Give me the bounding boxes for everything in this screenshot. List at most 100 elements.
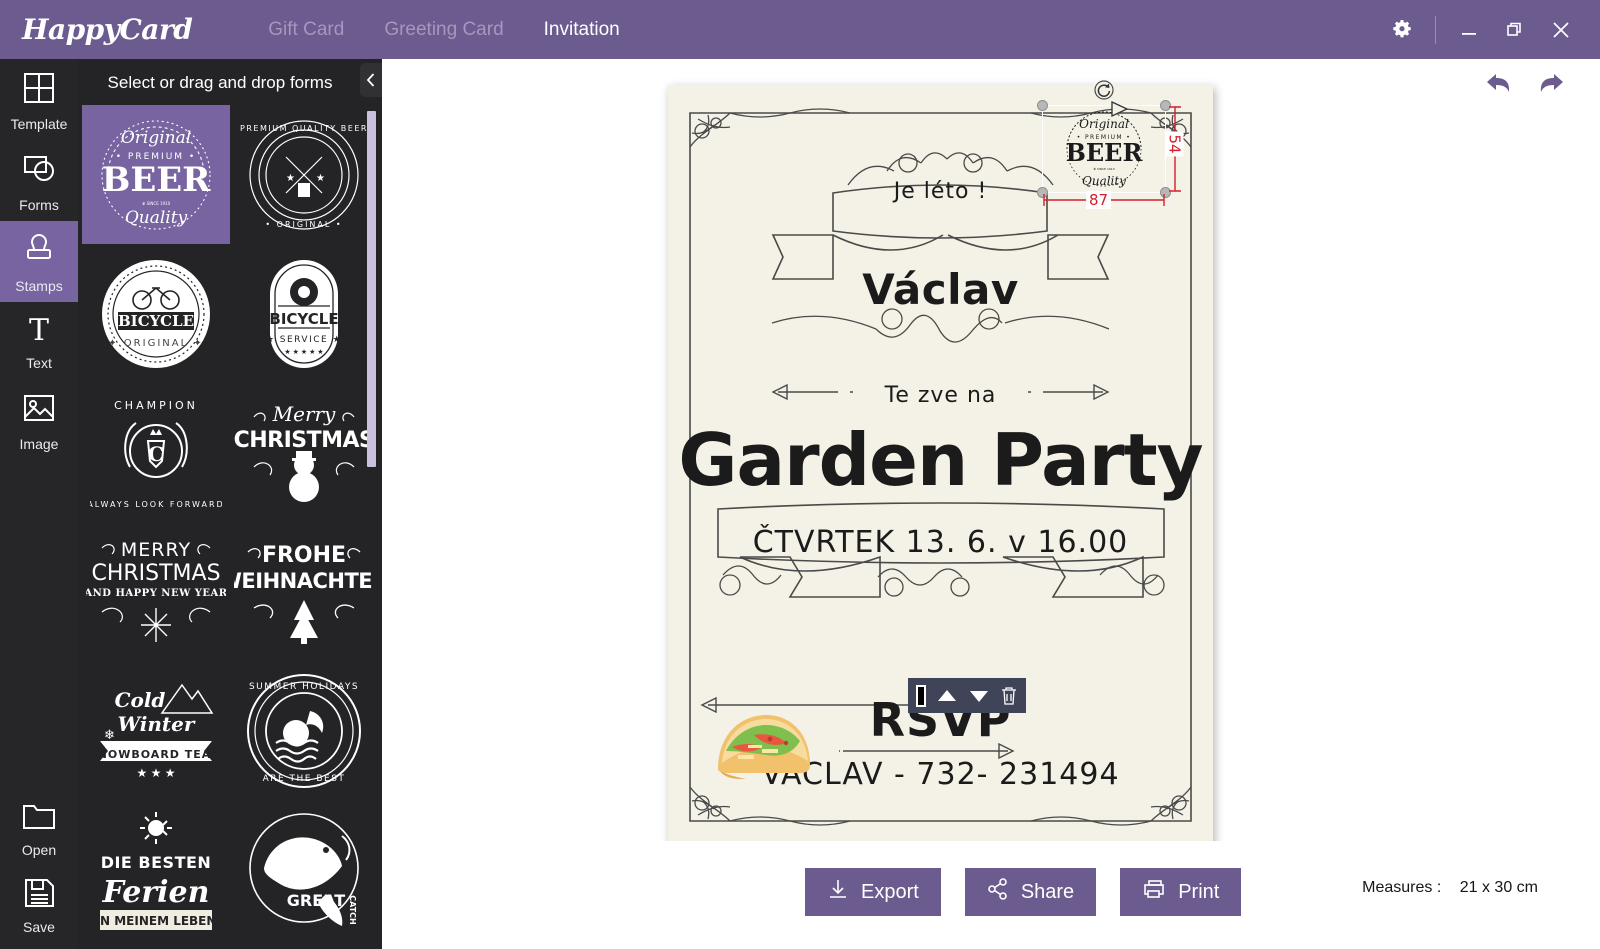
canvas-workspace: Je léto ! Václav Te zve na Garden Party …: [382, 59, 1600, 949]
redo-arrow-icon[interactable]: [1536, 71, 1566, 102]
stamp-thumb-champion-always-look-forward[interactable]: CHAMPION C ALWAYS LOOK FORWARD: [82, 383, 230, 522]
stamp-thumb-beer-original-premium-quality[interactable]: Original • PREMIUM • BEER ♛ SINCE 1910 Q…: [82, 105, 230, 244]
stamp-icon: [20, 231, 58, 274]
taco-emoji-image[interactable]: [708, 697, 818, 787]
svg-text:✦ ORIGINAL ✦: ✦ ORIGINAL ✦: [108, 338, 203, 349]
svg-text:ALWAYS LOOK FORWARD: ALWAYS LOOK FORWARD: [90, 500, 222, 509]
svg-text:C: C: [148, 442, 164, 466]
svg-text:IN MEINEM LEBEN: IN MEINEM LEBEN: [96, 914, 217, 928]
text-t-icon: T: [20, 312, 58, 351]
stamp-grid: Original • PREMIUM • BEER ♛ SINCE 1910 Q…: [78, 105, 382, 939]
minimize-icon[interactable]: [1446, 0, 1492, 59]
stamp-thumb-merry-christmas-snowman[interactable]: Merry CHRISTMAS: [230, 383, 378, 522]
share-nodes-icon: [987, 878, 1009, 906]
floppy-disk-icon: [21, 876, 57, 915]
gear-icon[interactable]: [1379, 0, 1425, 59]
placed-stamp-selection[interactable]: Original • PREMIUM • BEER ♛ SINCE 1910 Q…: [1037, 80, 1171, 198]
stamp-thumb-cold-winter-snowboard-team[interactable]: Cold Winter SNOWBOARD TEAM ★ ★ ★ ❄: [82, 661, 230, 800]
svg-text:• ORIGINAL •: • ORIGINAL •: [265, 220, 342, 229]
svg-text:PREMIUM QUALITY BEER: PREMIUM QUALITY BEER: [240, 124, 368, 133]
left-tool-rail: Template Forms Stamps T Text Image Open …: [0, 59, 78, 949]
main-tabs: Gift Card Greeting Card Invitation: [248, 0, 640, 59]
card-event-title[interactable]: Garden Party: [668, 418, 1213, 502]
svg-text:BEER: BEER: [102, 160, 212, 200]
printer-icon: [1142, 878, 1166, 906]
svg-text:DIE BESTEN: DIE BESTEN: [101, 853, 212, 872]
svg-text:Cold: Cold: [115, 688, 166, 712]
svg-text:SUMMER HOLIDAYS: SUMMER HOLIDAYS: [249, 682, 359, 692]
card-host-name[interactable]: Václav: [668, 265, 1213, 314]
tab-greeting-card[interactable]: Greeting Card: [364, 0, 523, 59]
stamp-thumb-bicycle-service[interactable]: BICYCLE ★ SERVICE ★ ★ ★ ★ ★ ★: [230, 244, 378, 383]
card-invite-line[interactable]: Te zve na: [668, 383, 1213, 408]
rail-item-stamps[interactable]: Stamps: [0, 221, 78, 302]
svg-text:GREAT: GREAT: [287, 891, 346, 910]
toolbar-divider: [1435, 15, 1436, 44]
stamp-thumb-bicycle-original[interactable]: BICYCLE ✦ ORIGINAL ✦: [82, 244, 230, 383]
arrow-up-icon[interactable]: [936, 688, 958, 704]
svg-text:★ ★ ★ ★ ★: ★ ★ ★ ★ ★: [284, 348, 323, 356]
app-root: HappyCard Gift Card Greeting Card Invita…: [0, 0, 1600, 949]
rail-item-image[interactable]: Image: [0, 379, 78, 460]
svg-text:AND HAPPY NEW YEAR: AND HAPPY NEW YEAR: [86, 588, 226, 599]
svg-text:BEER: BEER: [1066, 138, 1144, 167]
rail-item-open[interactable]: Open: [0, 791, 78, 866]
undo-arrow-icon[interactable]: [1484, 71, 1514, 102]
invitation-card[interactable]: Je léto ! Václav Te zve na Garden Party …: [668, 80, 1213, 849]
rail-item-template[interactable]: Template: [0, 59, 78, 140]
undo-redo-group: [1484, 71, 1566, 102]
svg-text:CATCH: CATCH: [348, 895, 357, 924]
svg-text:T: T: [29, 313, 49, 346]
stamp-thumb-frohe-weihnachten[interactable]: FROHE WEIHNACHTEN: [230, 522, 378, 661]
svg-text:★ SERVICE ★: ★ SERVICE ★: [266, 335, 342, 345]
play-handle-icon[interactable]: [1108, 100, 1130, 123]
svg-text:WEIHNACHTEN: WEIHNACHTEN: [234, 569, 374, 593]
rail-item-forms[interactable]: Forms: [0, 140, 78, 221]
arrow-down-icon[interactable]: [968, 688, 990, 704]
rail-item-text[interactable]: T Text: [0, 302, 78, 379]
stamp-width-measure: 87: [1042, 191, 1166, 209]
rail-label-open: Open: [21, 842, 57, 858]
rail-label-image: Image: [19, 436, 59, 452]
stamp-thumb-summer-holidays-are-the-best[interactable]: SUMMER HOLIDAYS ARE THE BEST: [230, 661, 378, 800]
print-button[interactable]: Print: [1120, 868, 1242, 916]
restore-icon[interactable]: [1492, 0, 1538, 59]
object-float-toolbar: [908, 678, 1026, 713]
forms-panel-scrollbar[interactable]: [367, 111, 376, 941]
svg-text:CHAMPION: CHAMPION: [114, 399, 198, 412]
svg-text:CHRISTMAS: CHRISTMAS: [91, 561, 220, 586]
share-button[interactable]: Share: [964, 868, 1097, 916]
tab-gift-card[interactable]: Gift Card: [248, 0, 364, 59]
card-event-date[interactable]: ČTVRTEK 13. 6. v 16.00: [668, 525, 1213, 560]
color-swatch[interactable]: [916, 684, 926, 707]
measures-label: Measures :: [1362, 879, 1442, 896]
folder-icon: [20, 801, 58, 838]
resize-handle-top-left[interactable]: [1037, 100, 1048, 111]
close-icon[interactable]: [1538, 0, 1584, 59]
stamp-thumb-premium-quality-beer-original[interactable]: PREMIUM QUALITY BEER • ORIGINAL • ★ ★: [230, 105, 378, 244]
chevron-left-icon[interactable]: [360, 63, 382, 97]
export-button[interactable]: Export: [805, 868, 941, 916]
svg-text:Winter: Winter: [118, 712, 196, 736]
rail-label-save: Save: [23, 919, 55, 935]
svg-text:CHRISTMAS: CHRISTMAS: [234, 428, 374, 453]
grid-icon: [20, 69, 58, 112]
stamp-thumb-die-besten-ferien[interactable]: DIE BESTEN Ferien IN MEINEM LEBEN: [82, 800, 230, 939]
stamp-thumb-great-catch-fish[interactable]: GREAT CATCH: [230, 800, 378, 939]
svg-text:Quality: Quality: [1082, 174, 1126, 188]
window-controls: [1379, 0, 1600, 59]
svg-text:FROHE: FROHE: [262, 543, 346, 568]
action-buttons: Export Share Print: [805, 868, 1242, 916]
tab-invitation[interactable]: Invitation: [523, 0, 640, 59]
svg-text:♛ SINCE 1910: ♛ SINCE 1910: [1093, 167, 1114, 171]
trash-icon[interactable]: [1000, 686, 1018, 706]
share-button-label: Share: [1020, 880, 1075, 903]
svg-text:★ ★ ★: ★ ★ ★: [137, 766, 176, 780]
picture-icon: [20, 389, 58, 432]
svg-text:SNOWBOARD TEAM: SNOWBOARD TEAM: [89, 748, 223, 761]
rail-item-save[interactable]: Save: [0, 866, 78, 949]
rotate-handle-icon[interactable]: [1094, 80, 1114, 100]
stamp-thumb-merry-christmas-happy-new-year[interactable]: MERRY CHRISTMAS AND HAPPY NEW YEAR: [82, 522, 230, 661]
scrollbar-thumb[interactable]: [367, 111, 376, 467]
app-logo: HappyCard: [22, 13, 193, 46]
